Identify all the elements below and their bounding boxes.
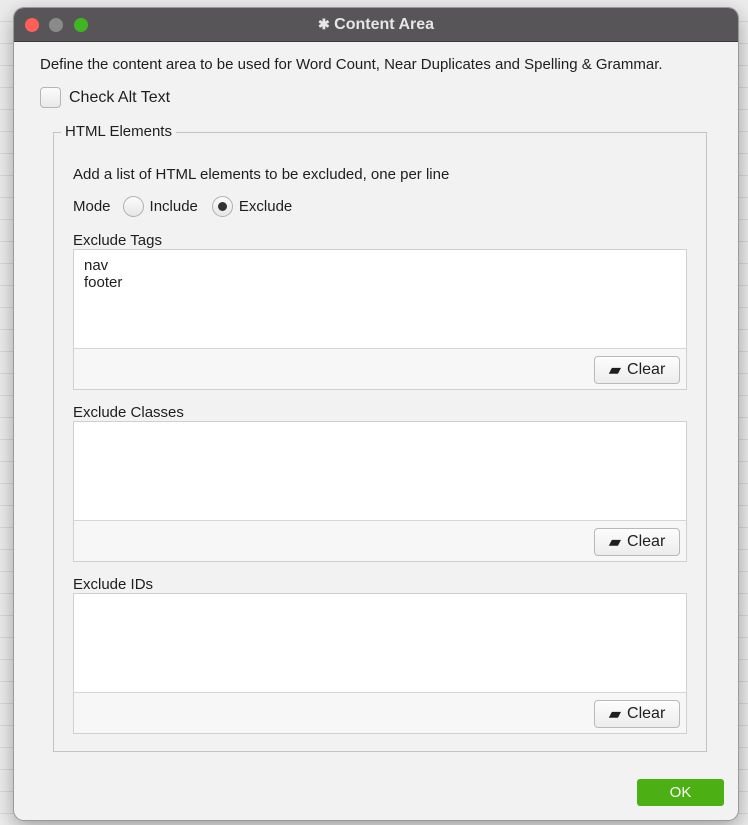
- title-bar: ✱ Content Area: [14, 8, 738, 42]
- exclude-tags-textarea[interactable]: nav footer: [74, 250, 686, 349]
- description-text: Define the content area to be used for W…: [40, 56, 663, 73]
- exclude-ids-label: Exclude IDs: [73, 576, 154, 593]
- exclude-tags-field: nav footer ▰ Clear: [73, 249, 687, 390]
- check-alt-text-checkbox[interactable]: [40, 87, 61, 108]
- html-elements-group: HTML Elements Add a list of HTML element…: [53, 123, 707, 752]
- clear-tags-button[interactable]: ▰ Clear: [594, 356, 680, 384]
- clear-ids-button[interactable]: ▰ Clear: [594, 700, 680, 728]
- eraser-icon: ▰: [608, 362, 622, 379]
- exclude-classes-label: Exclude Classes: [73, 404, 184, 421]
- clear-label: Clear: [627, 533, 666, 550]
- eraser-icon: ▰: [608, 706, 622, 723]
- exclude-ids-field: ▰ Clear: [73, 593, 687, 734]
- ok-button[interactable]: OK: [637, 779, 724, 806]
- clear-classes-button[interactable]: ▰ Clear: [594, 528, 680, 556]
- exclude-label: Exclude: [238, 198, 293, 215]
- clear-label: Clear: [627, 361, 666, 378]
- check-alt-text-option[interactable]: Check Alt Text: [40, 87, 170, 108]
- eraser-icon: ▰: [608, 534, 622, 551]
- exclude-classes-field: ▰ Clear: [73, 421, 687, 562]
- clear-label: Clear: [627, 705, 666, 722]
- check-alt-text-label: Check Alt Text: [69, 88, 171, 106]
- dialog-title: Content Area: [334, 16, 435, 33]
- exclude-radio[interactable]: [211, 196, 233, 217]
- include-label: Include: [149, 198, 198, 215]
- app-spider-icon: ✱: [317, 16, 330, 32]
- mode-exclude-option[interactable]: Exclude: [211, 196, 293, 217]
- exclude-ids-textarea[interactable]: [74, 594, 686, 693]
- instructions-text: Add a list of HTML elements to be exclud…: [73, 166, 450, 183]
- mode-label: Mode: [73, 198, 111, 215]
- exclude-tags-label: Exclude Tags: [73, 232, 162, 249]
- mode-include-option[interactable]: Include: [122, 196, 198, 217]
- include-radio[interactable]: [122, 196, 144, 217]
- content-area-dialog: ✱ Content Area Define the content area t…: [14, 8, 738, 820]
- group-legend: HTML Elements: [61, 123, 176, 140]
- exclude-classes-textarea[interactable]: [74, 422, 686, 521]
